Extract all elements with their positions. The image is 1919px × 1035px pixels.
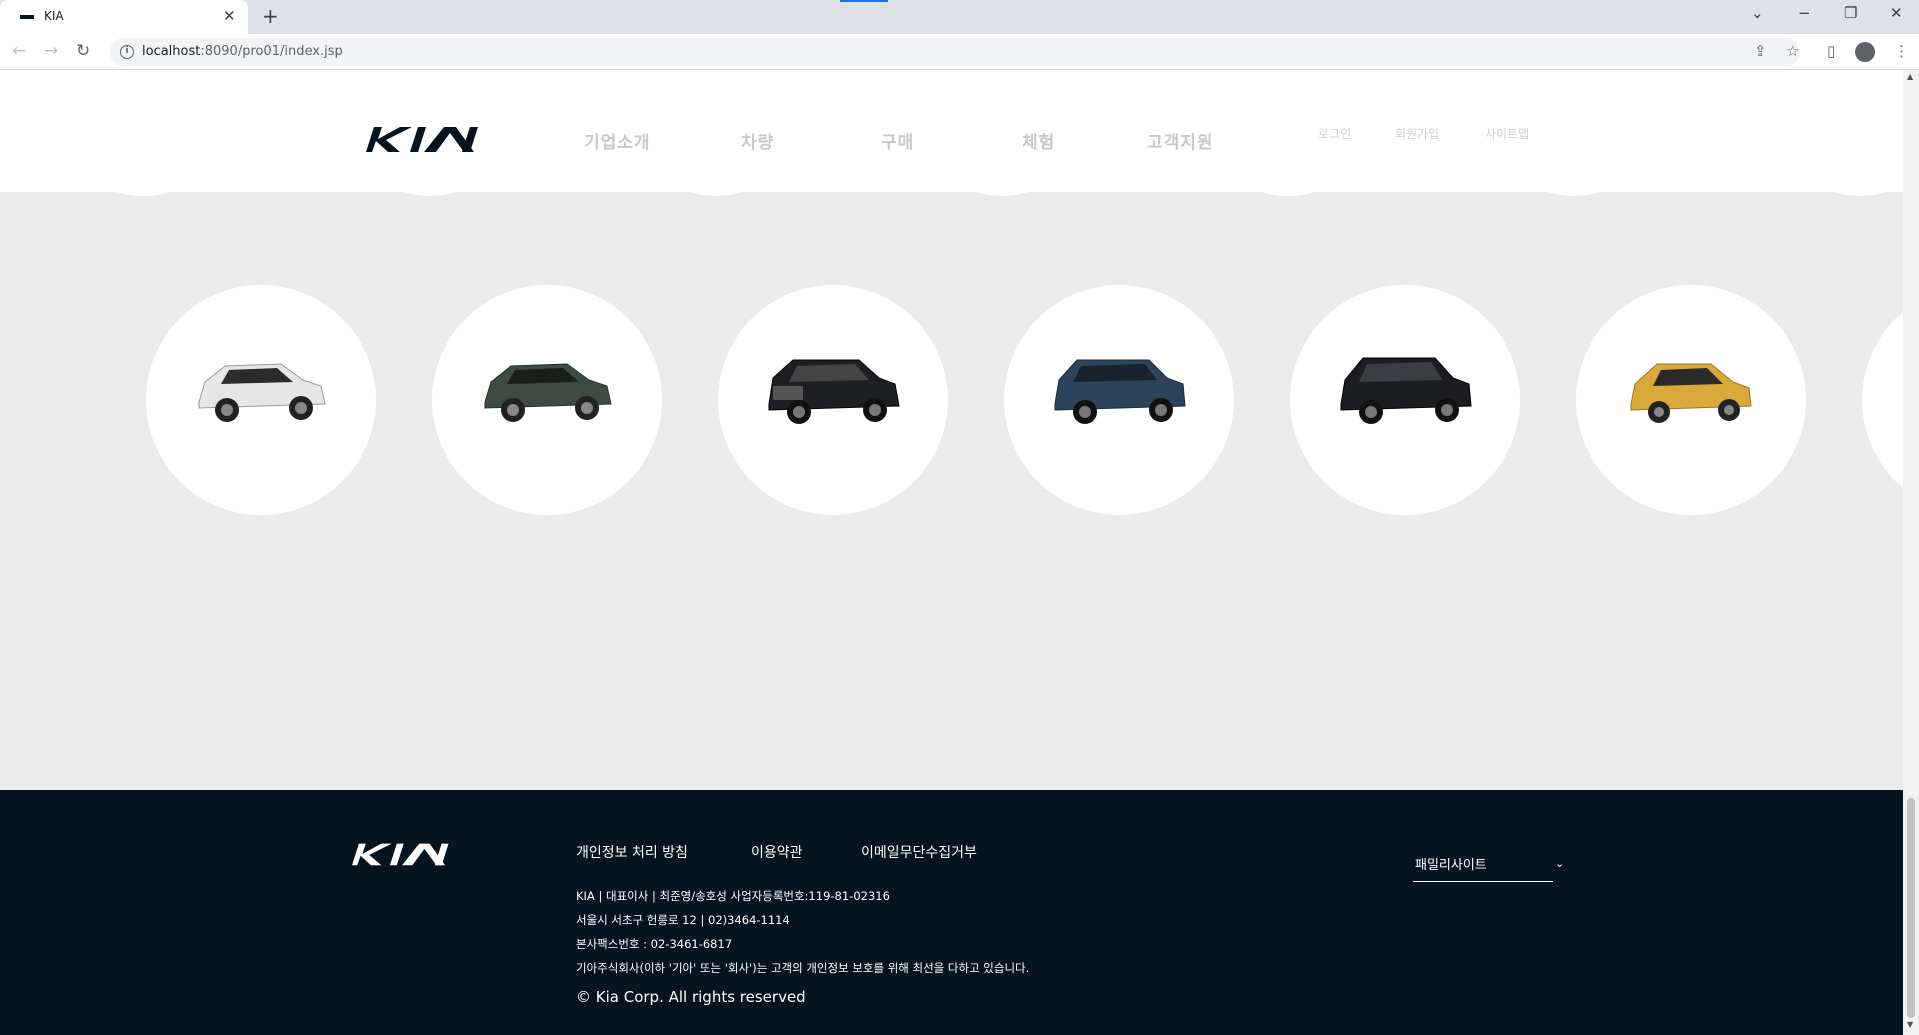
sitemap-link[interactable]: 사이트맵 xyxy=(1485,125,1529,142)
minimize-icon[interactable]: − xyxy=(1798,4,1811,22)
car-card[interactable] xyxy=(432,285,662,515)
car-card[interactable] xyxy=(1862,285,1903,515)
kia-footer-logo[interactable] xyxy=(352,841,452,867)
company-fax: 본사팩스번호 : 02-3461-6817 xyxy=(576,937,733,951)
url-path: :8090/pro01/index.jsp xyxy=(200,44,343,59)
login-link[interactable]: 로그인 xyxy=(1318,125,1351,142)
privacy-policy-link[interactable]: 개인정보 처리 방침 xyxy=(576,842,688,862)
gnb-support[interactable]: 고객지원 xyxy=(1147,128,1214,153)
white-suv-image xyxy=(198,363,326,422)
blue-mpv-image xyxy=(1054,359,1186,424)
gnb-vehicles[interactable]: 차량 xyxy=(741,128,774,153)
car-card[interactable] xyxy=(146,285,376,515)
close-tab-icon[interactable]: ✕ xyxy=(223,7,236,25)
browser-menu-icon[interactable]: ⋮ xyxy=(1894,42,1909,60)
copyright: © Kia Corp. All rights reserved xyxy=(576,988,806,1006)
bookmark-star-icon[interactable]: ☆ xyxy=(1786,42,1799,60)
car-card[interactable] xyxy=(1004,285,1234,515)
green-suv-image xyxy=(484,363,612,422)
site-header: 기업소개 차량 구매 체험 고객지원 로그인 회원가입 사이트맵 xyxy=(0,70,1903,192)
address-bar[interactable]: i localhost:8090/pro01/index.jsp xyxy=(110,38,1800,66)
url-host: localhost xyxy=(142,44,201,59)
forward-icon[interactable]: → xyxy=(44,42,58,60)
scroll-thumb[interactable] xyxy=(1907,798,1915,1018)
page-viewport: 기업소개 차량 구매 체험 고객지원 로그인 회원가입 사이트맵 개인정보 처리… xyxy=(0,70,1903,1035)
site-footer: 개인정보 처리 방침 이용약관 이메일무단수집거부 KIA | 대표이사 | 최… xyxy=(0,790,1903,1035)
site-info-icon[interactable]: i xyxy=(120,45,134,59)
kia-favicon-icon xyxy=(20,15,34,19)
gnb-purchase[interactable]: 구매 xyxy=(881,128,914,153)
car-card[interactable] xyxy=(1290,285,1520,515)
privacy-notice: 기아주식회사(이하 '기아' 또는 '회사')는 고객의 개인정보 보호를 위해… xyxy=(576,961,1030,975)
signup-link[interactable]: 회원가입 xyxy=(1395,125,1439,142)
maximize-icon[interactable]: ❐ xyxy=(1844,4,1857,22)
chevron-down-icon: ⌄ xyxy=(1555,857,1565,870)
tab-search-icon[interactable]: ⌄ xyxy=(1751,4,1764,22)
loading-indicator xyxy=(840,0,888,2)
share-icon[interactable]: ⇪ xyxy=(1754,42,1767,60)
tab-title: KIA xyxy=(44,9,64,23)
scrollbar[interactable]: ▲ ▼ xyxy=(1903,70,1919,1035)
scroll-down-icon[interactable]: ▼ xyxy=(1907,1020,1913,1029)
tab-strip: KIA ✕ + ⌄ − ❐ ✕ xyxy=(0,0,1919,34)
gnb-company[interactable]: 기업소개 xyxy=(584,128,651,153)
family-site-label: 패밀리사이트 xyxy=(1415,858,1487,873)
yellow-hatchback-image xyxy=(1630,363,1752,423)
family-site-select[interactable]: 패밀리사이트 ⌄ xyxy=(1413,852,1564,882)
url-text[interactable]: localhost:8090/pro01/index.jsp xyxy=(142,44,343,59)
company-address: 서울시 서초구 헌릉로 12 | 02)3464-1114 xyxy=(576,913,790,927)
scroll-up-icon[interactable]: ▲ xyxy=(1907,72,1913,81)
gnb-experience[interactable]: 체험 xyxy=(1022,128,1055,153)
reload-icon[interactable]: ↻ xyxy=(76,42,90,60)
side-panel-icon[interactable]: ▯ xyxy=(1827,42,1835,60)
car-card[interactable] xyxy=(1576,285,1806,515)
car-card[interactable] xyxy=(718,285,948,515)
browser-tab[interactable]: KIA ✕ xyxy=(0,0,248,34)
terms-link[interactable]: 이용약관 xyxy=(751,842,803,862)
browser-toolbar: ← → ↻ i localhost:8090/pro01/index.jsp ⇪… xyxy=(0,34,1919,70)
profile-avatar-icon[interactable] xyxy=(1855,42,1875,62)
black-large-suv-image xyxy=(768,359,900,424)
company-info: KIA | 대표이사 | 최준영/송호성 사업자등록번호:119-81-0231… xyxy=(576,889,890,903)
email-refusal-link[interactable]: 이메일무단수집거부 xyxy=(861,842,977,862)
close-window-icon[interactable]: ✕ xyxy=(1890,4,1903,22)
black-mpv-image xyxy=(1340,357,1472,424)
back-icon[interactable]: ← xyxy=(12,42,26,60)
kia-logo[interactable] xyxy=(366,125,482,153)
new-tab-icon[interactable]: + xyxy=(262,4,279,28)
